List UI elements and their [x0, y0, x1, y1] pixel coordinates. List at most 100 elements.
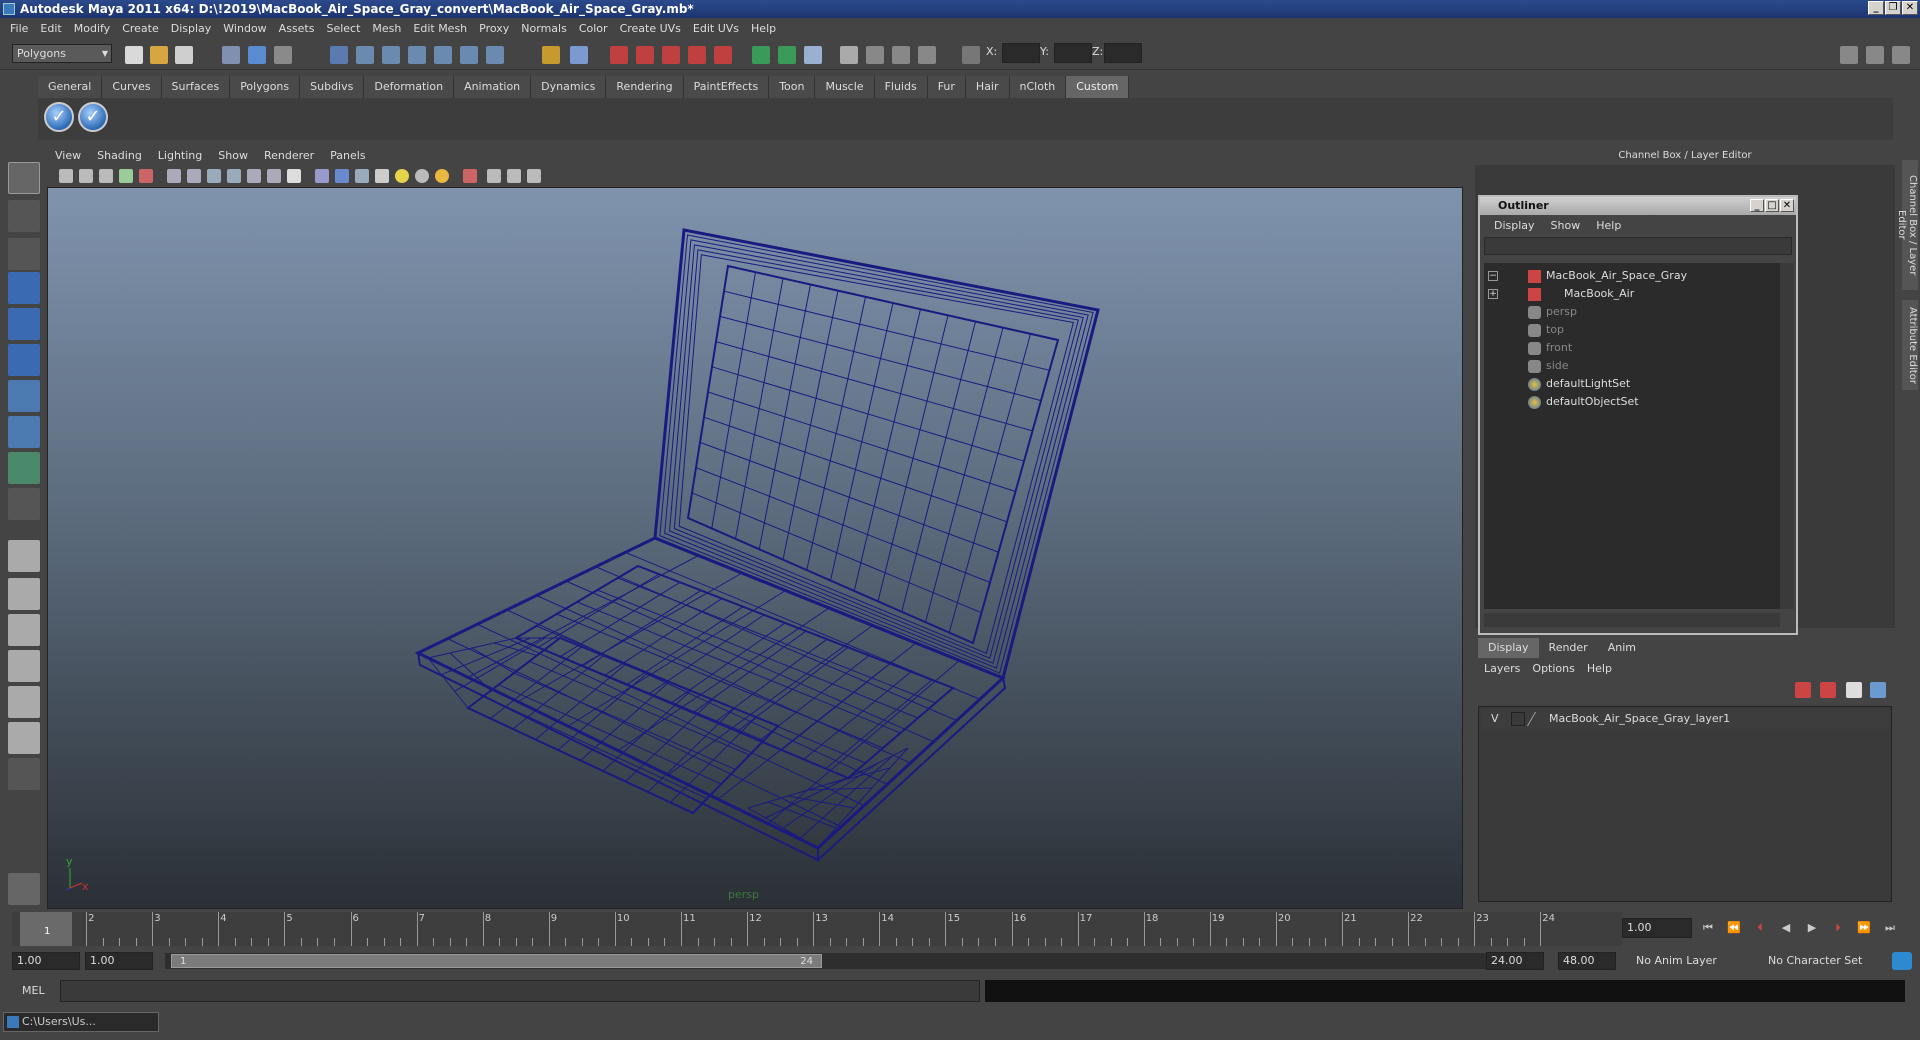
go-to-end-icon[interactable]: ⏭ [1882, 920, 1898, 936]
outliner-item[interactable]: − MacBook_Air_Space_Gray [1484, 267, 1774, 285]
layer-menu-layers[interactable]: Layers [1478, 662, 1526, 675]
step-back-frame-icon[interactable]: ⏪ [1726, 920, 1742, 936]
outliner-maximize-button[interactable]: □ [1765, 199, 1779, 212]
xray-icon[interactable] [487, 169, 501, 183]
new-scene-icon[interactable] [125, 46, 143, 64]
lock-icon[interactable] [542, 46, 560, 64]
default-lighting-icon[interactable] [395, 169, 409, 183]
new-layer-from-selected-icon[interactable] [1795, 682, 1811, 698]
range-slider[interactable]: 1 24 [165, 953, 1492, 969]
minimized-window-button[interactable]: C:\Users\Us... [3, 1012, 159, 1032]
render-view-icon[interactable] [714, 46, 732, 64]
end-time-field[interactable]: 24.00 [1486, 952, 1544, 970]
viewport-menu-renderer[interactable]: Renderer [256, 147, 322, 165]
persp-graph-layout-icon[interactable] [8, 650, 40, 682]
layer-tab-render[interactable]: Render [1538, 638, 1598, 658]
close-button[interactable]: ✕ [1902, 1, 1918, 15]
minimize-button[interactable]: _ [1868, 1, 1884, 15]
move-layer-down-icon[interactable] [1870, 682, 1886, 698]
layer-type-toggle[interactable] [1511, 712, 1525, 726]
new-empty-layer-icon[interactable] [1820, 682, 1836, 698]
snap-plane-icon[interactable] [408, 46, 426, 64]
shelf-tab-animation[interactable]: Animation [454, 76, 532, 98]
step-forward-frame-icon[interactable]: ⏩ [1856, 920, 1872, 936]
lasso-tool-icon[interactable] [8, 200, 40, 232]
outliner-item[interactable]: side [1484, 357, 1774, 375]
more-layouts-icon[interactable] [8, 758, 40, 790]
script-editor-icon[interactable] [8, 873, 40, 905]
anim-end-field[interactable]: 48.00 [1558, 952, 1616, 970]
shelf-tab-hair[interactable]: Hair [965, 76, 1010, 98]
layer-menu-help[interactable]: Help [1581, 662, 1618, 675]
collapse-icon[interactable]: − [1488, 271, 1498, 281]
play-forwards-icon[interactable]: ▶ [1804, 920, 1820, 936]
command-language-label[interactable]: MEL [22, 984, 45, 997]
menu-modify[interactable]: Modify [68, 22, 116, 35]
shelf-tab-dynamics[interactable]: Dynamics [531, 76, 607, 98]
output-ops-icon[interactable] [778, 46, 796, 64]
outliner-vertical-scrollbar[interactable] [1780, 263, 1794, 609]
persp-hypershade-layout-icon[interactable] [8, 722, 40, 754]
save-scene-icon[interactable] [175, 46, 193, 64]
outliner-menu-show[interactable]: Show [1543, 219, 1589, 232]
render-frame-icon[interactable] [610, 46, 628, 64]
menu-edit-uvs[interactable]: Edit UVs [687, 22, 745, 35]
rotate-tool-icon[interactable] [8, 308, 40, 340]
go-to-start-icon[interactable]: ⏮ [1700, 920, 1716, 936]
menu-select[interactable]: Select [320, 22, 366, 35]
layer-visibility-toggle[interactable]: V [1491, 709, 1499, 729]
select-component-icon[interactable] [274, 46, 292, 64]
start-time-field[interactable]: 1.00 [12, 952, 80, 970]
move-tool-icon[interactable] [8, 272, 40, 304]
shelf-tab-toon[interactable]: Toon [769, 76, 816, 98]
shelf-tab-subdivs[interactable]: Subdivs [300, 76, 365, 98]
ipr-render-icon[interactable] [636, 46, 654, 64]
smooth-shade-icon[interactable] [335, 169, 349, 183]
menu-window[interactable]: Window [217, 22, 272, 35]
snap-point-icon[interactable] [382, 46, 400, 64]
current-time-marker[interactable]: 1 [20, 912, 72, 946]
menu-normals[interactable]: Normals [515, 22, 573, 35]
menu-proxy[interactable]: Proxy [473, 22, 515, 35]
anim-start-field[interactable]: 1.00 [85, 952, 153, 970]
step-forward-key-icon[interactable]: ⏵ [1830, 920, 1846, 936]
viewport-menu-panels[interactable]: Panels [322, 147, 373, 165]
gate-mask-icon[interactable] [227, 169, 241, 183]
restore-button[interactable]: ❐ [1885, 1, 1901, 15]
all-lights-icon[interactable] [415, 169, 429, 183]
shelf-tab-surfaces[interactable]: Surfaces [161, 76, 231, 98]
outliner-menu-display[interactable]: Display [1486, 219, 1543, 232]
help-icon[interactable] [486, 46, 504, 64]
expand-icon[interactable]: + [1488, 289, 1498, 299]
snap-curve-icon[interactable] [356, 46, 374, 64]
scale-tool-icon[interactable] [8, 344, 40, 376]
menu-help[interactable]: Help [745, 22, 782, 35]
field-chart-icon[interactable] [247, 169, 261, 183]
range-slider-handle[interactable]: 1 24 [171, 954, 822, 968]
shelf-tab-fur[interactable]: Fur [927, 76, 966, 98]
menu-edit-mesh[interactable]: Edit Mesh [407, 22, 473, 35]
x-field[interactable] [1002, 43, 1040, 63]
construction-history-icon[interactable] [570, 46, 588, 64]
outliner-item[interactable]: defaultObjectSet [1484, 393, 1774, 411]
grid-icon[interactable] [167, 169, 181, 183]
show-manipulator-icon[interactable] [8, 452, 40, 484]
shelf-tab-general[interactable]: General [38, 76, 103, 98]
perspective-viewport[interactable]: y x persp [47, 187, 1463, 909]
shelf-tab-painteffects[interactable]: PaintEffects [683, 76, 770, 98]
auto-key-icon[interactable] [1892, 952, 1912, 970]
outliner-menu-help[interactable]: Help [1588, 219, 1629, 232]
isolate-select-icon[interactable] [463, 169, 477, 183]
shadows-icon[interactable] [435, 169, 449, 183]
play-backwards-icon[interactable]: ◀ [1778, 920, 1794, 936]
select-camera-icon[interactable] [59, 169, 73, 183]
menu-color[interactable]: Color [573, 22, 614, 35]
render-settings-icon[interactable] [662, 46, 680, 64]
single-perspective-layout-icon[interactable] [8, 540, 40, 572]
snap-surface-icon[interactable] [434, 46, 452, 64]
shelf-tab-muscle[interactable]: Muscle [815, 76, 875, 98]
viewport-menu-view[interactable]: View [47, 147, 89, 165]
anim-layer-dropdown[interactable]: No Anim Layer [1632, 952, 1732, 970]
safe-title-icon[interactable] [287, 169, 301, 183]
viewport-menu-show[interactable]: Show [210, 147, 256, 165]
